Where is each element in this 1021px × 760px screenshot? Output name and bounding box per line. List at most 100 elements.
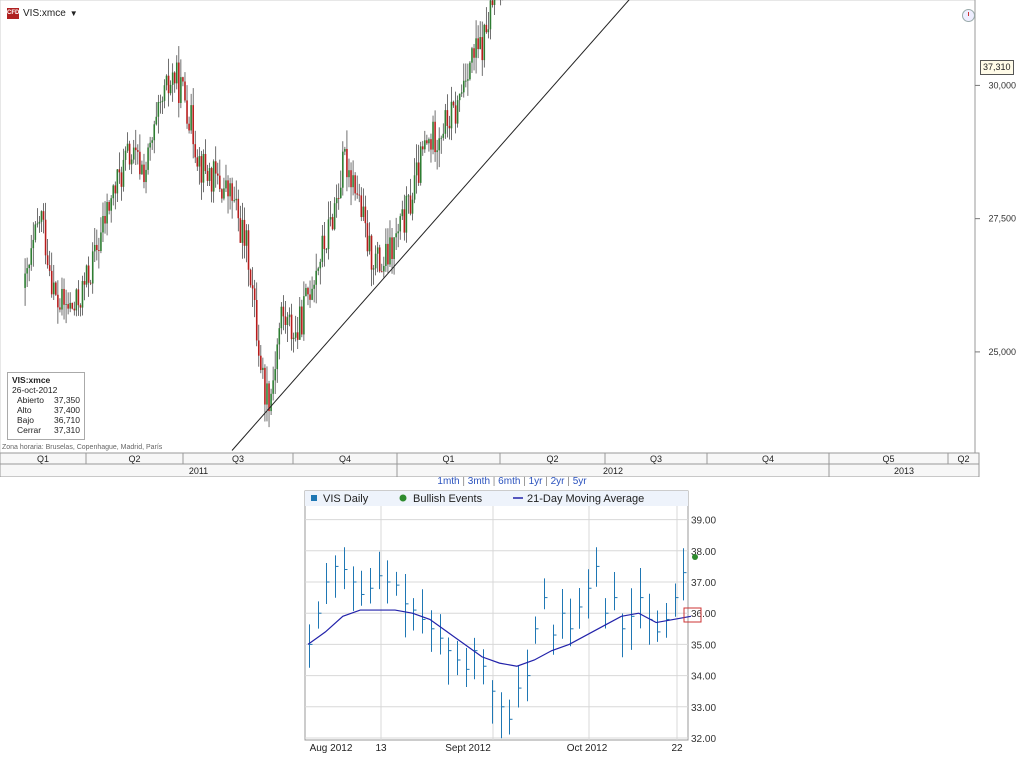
- candle-body: [292, 337, 295, 340]
- candle-body: [475, 38, 477, 58]
- x-quarter-label: Q2: [546, 454, 558, 464]
- candle-body: [479, 37, 481, 50]
- candle-body: [317, 268, 320, 271]
- candle-body: [325, 249, 328, 250]
- chart-header[interactable]: CFD VIS:xmce ▼: [7, 6, 78, 20]
- candle-body: [454, 105, 457, 124]
- candle-body: [415, 162, 418, 176]
- candle-body: [219, 175, 221, 190]
- candle-body: [436, 150, 438, 153]
- ohlc-title: VIS:xmce: [12, 375, 51, 385]
- candle-body: [366, 223, 369, 252]
- candle-body: [153, 124, 156, 141]
- candle-body: [409, 195, 412, 214]
- period-link-1yr[interactable]: 1yr: [529, 476, 543, 487]
- candle-body: [114, 185, 117, 194]
- candle-body: [307, 287, 309, 295]
- x-year-label: 2013: [894, 466, 914, 476]
- candle-body: [323, 235, 326, 250]
- candle-body: [139, 151, 141, 175]
- candle-body: [456, 100, 459, 124]
- candle-body: [165, 75, 168, 86]
- y-tick-label: 35.00: [691, 640, 716, 651]
- dot-icon: [399, 494, 407, 502]
- candle-body: [430, 139, 432, 150]
- candle-body: [477, 38, 479, 50]
- x-quarter-label: Q2: [128, 454, 140, 464]
- candle-body: [403, 209, 406, 233]
- candle-body: [284, 316, 287, 326]
- candle-body: [462, 80, 465, 93]
- candle-body: [339, 187, 342, 198]
- candle-body: [266, 383, 268, 405]
- symbol-label[interactable]: VIS:xmce: [23, 8, 66, 19]
- candle-body: [280, 306, 283, 329]
- candle-body: [149, 142, 151, 148]
- candle-body: [272, 380, 274, 394]
- candle-body: [171, 72, 174, 85]
- candle-body: [428, 139, 430, 144]
- candle-body: [264, 367, 266, 405]
- price-chart-bottom: 1mth | 3mth | 6mth | 1yr | 2yr | 5yr VIS…: [303, 476, 721, 755]
- candle-body: [110, 198, 112, 211]
- candle-body: [128, 143, 131, 165]
- y-tick-label: 27,500: [988, 214, 1016, 224]
- candle-body: [395, 233, 397, 238]
- candle-body: [67, 304, 69, 309]
- candle-body: [315, 270, 317, 285]
- period-link-2yr[interactable]: 2yr: [551, 476, 565, 487]
- candle-body: [157, 102, 160, 117]
- period-link-5yr[interactable]: 5yr: [573, 476, 587, 487]
- candle-body: [112, 185, 115, 199]
- candle-body: [208, 168, 211, 181]
- candle-body: [73, 308, 76, 311]
- candle-body: [483, 24, 486, 61]
- candle-body: [487, 29, 490, 33]
- candle-body: [460, 92, 463, 94]
- candle-body: [102, 215, 104, 233]
- candle-body: [417, 162, 420, 183]
- x-tick-label: Sept 2012: [445, 743, 491, 754]
- period-link-6mth[interactable]: 6mth: [498, 476, 520, 487]
- period-link-3mth[interactable]: 3mth: [468, 476, 490, 487]
- candle-body: [237, 198, 240, 219]
- candle-body: [405, 195, 408, 233]
- ohlc-row-low: Bajo 36,710: [17, 415, 80, 425]
- candle-body: [159, 101, 162, 103]
- chevron-down-icon[interactable]: ▼: [70, 9, 78, 18]
- candle-body: [407, 195, 410, 197]
- candle-body: [481, 37, 484, 61]
- x-axis-panel: [0, 452, 980, 477]
- candle-body: [194, 144, 197, 158]
- candle-body: [96, 244, 98, 251]
- candle-body: [34, 224, 37, 240]
- candle-body: [175, 62, 178, 84]
- x-quarter-label: Q2: [957, 454, 969, 464]
- candle-body: [313, 284, 315, 289]
- clock-icon[interactable]: [962, 9, 975, 22]
- candle-body: [301, 306, 303, 335]
- candle-body: [243, 219, 246, 246]
- candle-body: [303, 296, 305, 335]
- candle-body: [331, 217, 334, 230]
- period-link-1mth[interactable]: 1mth: [437, 476, 459, 487]
- candle-body: [124, 150, 127, 160]
- candle-body: [227, 180, 229, 197]
- candle-body: [79, 305, 82, 308]
- candle-body: [155, 116, 158, 125]
- candle-body: [229, 183, 231, 197]
- candle-body: [212, 161, 215, 192]
- candle-body: [356, 193, 358, 195]
- candle-body: [216, 173, 219, 176]
- candle-body: [413, 175, 416, 200]
- candle-body: [55, 282, 57, 295]
- candle-body: [241, 219, 244, 243]
- candle-body: [24, 273, 26, 288]
- candle-body: [383, 265, 385, 272]
- candle-body: [196, 157, 199, 167]
- candle-body: [411, 199, 414, 214]
- candle-body: [221, 189, 223, 199]
- candle-body: [333, 203, 336, 230]
- candle-body: [59, 307, 61, 310]
- candle-body: [262, 367, 264, 371]
